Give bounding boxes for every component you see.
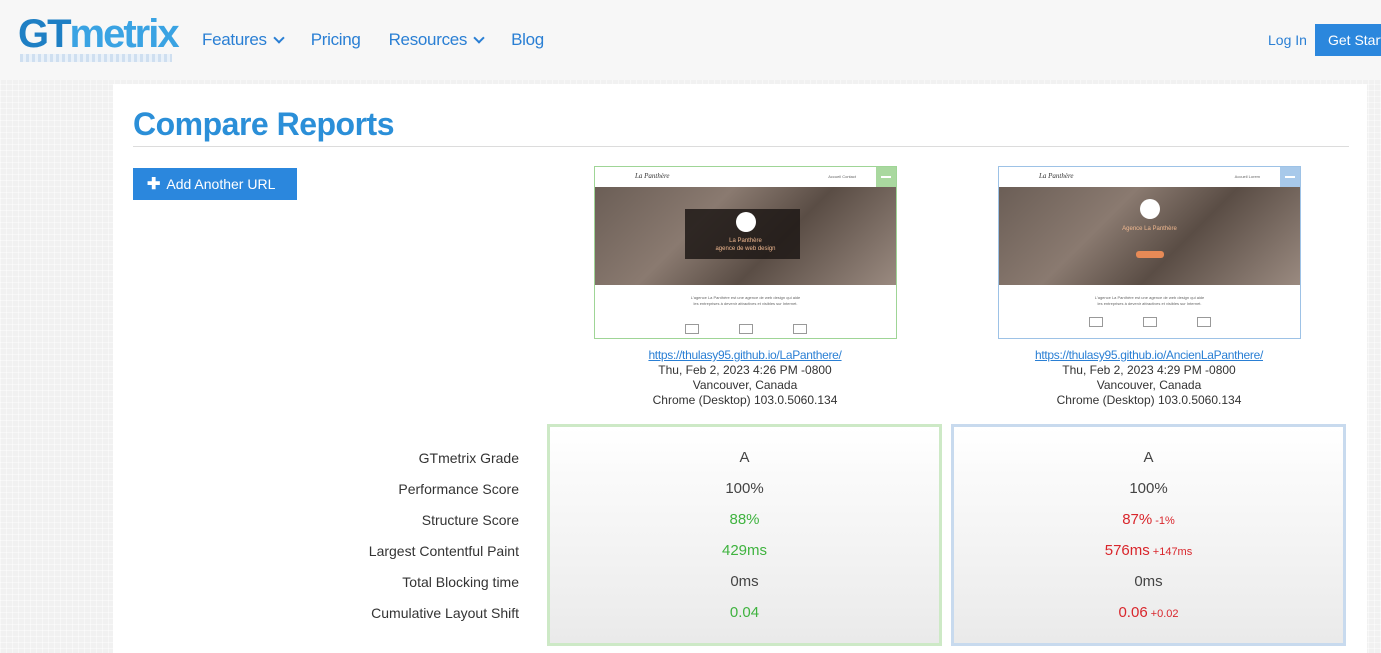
- chevron-down-icon: [273, 32, 285, 44]
- label-largest-contentful-paint: Largest Contentful Paint: [368, 543, 519, 559]
- report-1-performance: 100%: [725, 480, 764, 497]
- thumbnail-site-header: La Panthère Accueil Contact: [595, 167, 896, 187]
- login-link[interactable]: Log In: [1268, 32, 1307, 48]
- report-2-structure-row: 87% -1%: [954, 508, 1343, 539]
- label-total-blocking-time: Total Blocking time: [402, 574, 519, 590]
- report-2-tbt: 0ms: [1134, 573, 1163, 590]
- nav-pricing[interactable]: Pricing: [311, 30, 361, 50]
- metric-labels: GTmetrix Grade Performance Score Structu…: [293, 446, 519, 632]
- report-2-date: Thu, Feb 2, 2023 4:29 PM -0800: [1062, 363, 1236, 377]
- hero-text-line-2: agence de web design: [715, 246, 776, 252]
- report-2-grade: A: [1143, 449, 1154, 466]
- report-2-cls-delta: +0.02: [1150, 608, 1179, 620]
- thumbnail-nav-links: Accueil Contact: [828, 174, 856, 179]
- label-structure-score: Structure Score: [421, 512, 519, 528]
- title-divider: [133, 146, 1349, 147]
- report-1-url-link[interactable]: https://thulasy95.github.io/LaPanthere/: [648, 348, 841, 362]
- layout-icon: [684, 324, 699, 334]
- main-panel: Compare Reports ✚ Add Another URL La Pant…: [113, 84, 1367, 653]
- report-2-location: Vancouver, Canada: [1096, 378, 1202, 392]
- plus-icon: ✚: [147, 176, 161, 193]
- report-2-lcp: 576ms: [1104, 542, 1150, 559]
- thumbnail-hero-text: Agence La Panthère: [999, 225, 1300, 233]
- top-navbar: GTmetrix Features Pricing Resources Blog…: [0, 0, 1381, 80]
- layout-icon: [1088, 317, 1103, 327]
- chart-icon: [738, 324, 753, 334]
- report-2-thumbnail[interactable]: La Panthère Accueil Lorem Agence La Pant…: [998, 166, 1301, 339]
- report-2-browser: Chrome (Desktop) 103.0.5060.134: [1056, 393, 1242, 407]
- nav-resources[interactable]: Resources: [388, 30, 485, 50]
- logo-gt-text: GT: [18, 12, 72, 56]
- report-2-cls-row: 0.06 +0.02: [954, 601, 1343, 632]
- thumbnail-body-text: L'agence La Panthère est une agence de w…: [999, 295, 1300, 307]
- body-text-line-2: les entreprises à devenir attractives et…: [1097, 301, 1202, 306]
- nav-features[interactable]: Features: [202, 30, 285, 50]
- report-2-cls: 0.06: [1118, 604, 1148, 621]
- report-2-lcp-row: 576ms +147ms: [954, 539, 1343, 570]
- thumbnail-hero-image: Agence La Panthère: [999, 187, 1300, 285]
- thumbnail-feature-icons: [595, 324, 896, 334]
- nav-blog-label: Blog: [511, 30, 544, 49]
- logo-metrix-text: metrix: [69, 12, 180, 56]
- nav-pricing-label: Pricing: [310, 30, 361, 49]
- report-2-metrics: A 100% 87% -1% 576ms +147ms 0ms 0.06 +0.02: [951, 424, 1346, 646]
- report-1-metrics: A 100% 88% 429ms 0ms 0.04: [547, 424, 942, 646]
- thumbnail-brand: La Panthère: [635, 172, 670, 180]
- report-2-performance: 100%: [1129, 480, 1168, 497]
- thumbnail-nav-links: Accueil Lorem: [1234, 174, 1260, 179]
- thumbnail-body-text: L'agence La Panthère est une agence de w…: [595, 295, 896, 307]
- report-1-date: Thu, Feb 2, 2023 4:26 PM -0800: [658, 363, 832, 377]
- remove-report-1-icon[interactable]: [876, 167, 896, 187]
- add-url-label: Add Another URL: [166, 176, 276, 192]
- report-1-thumbnail[interactable]: La Panthère Accueil Contact La Panthère a…: [594, 166, 897, 339]
- report-1-browser: Chrome (Desktop) 103.0.5060.134: [652, 393, 838, 407]
- report-1-meta: https://thulasy95.github.io/LaPanthere/ …: [543, 348, 947, 408]
- chevron-down-icon: [473, 32, 485, 44]
- report-2-structure: 87%: [1122, 511, 1153, 528]
- report-2-meta: https://thulasy95.github.io/AncienLaPant…: [947, 348, 1351, 408]
- logo-underline-pattern: [20, 54, 172, 62]
- panther-logo-icon: [735, 212, 756, 232]
- get-started-button[interactable]: Get Started: [1315, 24, 1381, 56]
- thumbnail-site-header: La Panthère Accueil Lorem: [999, 167, 1300, 187]
- report-2-lcp-delta: +147ms: [1152, 546, 1193, 558]
- pen-icon: [792, 324, 807, 334]
- pen-icon: [1196, 317, 1211, 327]
- report-1-cls: 0.04: [729, 604, 760, 621]
- chart-icon: [1142, 317, 1157, 327]
- nav-blog[interactable]: Blog: [511, 30, 544, 50]
- thumbnail-brand: La Panthère: [1039, 172, 1074, 180]
- thumbnail-hero-button: [1135, 251, 1164, 258]
- hero-text-line-1: Agence La Panthère: [1122, 226, 1177, 232]
- report-1-tbt: 0ms: [730, 573, 759, 590]
- main-nav: Features Pricing Resources Blog: [202, 30, 572, 50]
- thumbnail-hero-text: La Panthère agence de web design: [595, 237, 896, 253]
- panther-logo-icon: [1139, 199, 1160, 219]
- nav-features-label: Features: [202, 30, 267, 49]
- report-1-grade: A: [739, 449, 750, 466]
- body-text-line-2: les entreprises à devenir attractives et…: [693, 301, 798, 306]
- report-1-lcp: 429ms: [721, 542, 768, 559]
- nav-resources-label: Resources: [388, 30, 468, 49]
- label-performance-score: Performance Score: [398, 481, 519, 497]
- hero-text-line-1: La Panthère: [729, 238, 762, 244]
- report-1-location: Vancouver, Canada: [692, 378, 798, 392]
- label-gtmetrix-grade: GTmetrix Grade: [418, 450, 519, 466]
- label-cumulative-layout-shift: Cumulative Layout Shift: [371, 605, 519, 621]
- page-title: Compare Reports: [133, 106, 395, 142]
- report-2-url-link[interactable]: https://thulasy95.github.io/AncienLaPant…: [1035, 348, 1263, 362]
- remove-report-2-icon[interactable]: [1280, 167, 1300, 187]
- thumbnail-hero-image: La Panthère agence de web design: [595, 187, 896, 285]
- add-another-url-button[interactable]: ✚ Add Another URL: [133, 168, 297, 200]
- report-1-structure: 88%: [729, 511, 760, 528]
- report-2-structure-delta: -1%: [1155, 515, 1175, 527]
- thumbnail-feature-icons: [999, 317, 1300, 327]
